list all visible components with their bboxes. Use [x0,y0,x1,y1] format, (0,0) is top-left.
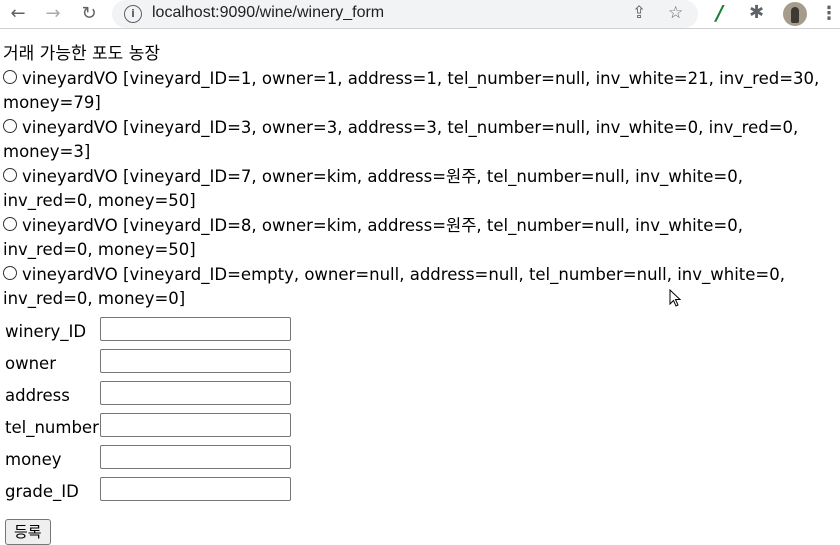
vineyard-radio[interactable] [3,69,17,84]
extension-slash-icon[interactable]: / [716,1,723,25]
vineyard-label: vineyardVO [vineyard_ID=empty, owner=nul… [3,264,785,309]
vineyard-label: vineyardVO [vineyard_ID=7, owner=kim, ad… [3,166,743,211]
vineyard-radio[interactable] [3,265,17,280]
menu-kebab-icon[interactable]: ⋮ [820,3,838,24]
grade-id-input[interactable] [100,476,291,501]
vineyard-option: vineyardVO [vineyard_ID=8, owner=kim, ad… [3,214,837,263]
profile-avatar[interactable] [783,2,807,26]
money-input[interactable] [100,444,291,469]
bookmark-star-icon[interactable]: ☆ [668,3,683,23]
form-row: winery_ID [3,316,837,349]
page-title: 거래 가능한 포도 농장 [3,44,160,64]
extensions-puzzle-icon[interactable]: ✱ [749,2,764,23]
field-label: grade_ID [5,481,79,501]
form-row: money [3,444,837,477]
vineyard-list: vineyardVO [vineyard_ID=1, owner=1, addr… [3,67,837,312]
form-row: grade_ID [3,476,837,509]
vineyard-radio[interactable] [3,167,17,182]
vineyard-option: vineyardVO [vineyard_ID=1, owner=1, addr… [3,67,837,116]
winery-form: winery_IDowner address tel_numbermoney grad… [3,316,837,509]
field-label: money [5,449,62,469]
form-row: address [3,380,837,413]
address-input[interactable] [100,380,291,405]
vineyard-label: vineyardVO [vineyard_ID=1, owner=1, addr… [3,68,820,113]
share-icon[interactable]: ⇪ [632,3,646,23]
vineyard-option: vineyardVO [vineyard_ID=7, owner=kim, ad… [3,165,837,214]
vineyard-label: vineyardVO [vineyard_ID=3, owner=3, addr… [3,117,799,162]
vineyard-radio[interactable] [3,216,17,231]
mouse-cursor-icon [669,289,682,307]
field-label: winery_ID [5,321,87,341]
tel-number-input[interactable] [100,412,291,437]
browser-toolbar: ← → ↻ i localhost:9090/wine/winery_form … [0,0,840,29]
site-info-icon[interactable]: i [124,5,142,23]
forward-icon[interactable]: → [41,2,65,26]
winery-id-input[interactable] [100,316,291,341]
back-icon[interactable]: ← [6,2,30,26]
reload-icon[interactable]: ↻ [77,2,101,26]
field-label: address [5,385,70,405]
form-row: tel_number [3,412,837,445]
submit-button[interactable]: 등록 [5,518,51,545]
vineyard-radio[interactable] [3,118,17,133]
field-label: tel_number [5,417,99,437]
field-label: owner [5,353,56,373]
form-row: owner [3,348,837,381]
vineyard-option: vineyardVO [vineyard_ID=empty, owner=nul… [3,263,837,312]
vineyard-option: vineyardVO [vineyard_ID=3, owner=3, addr… [3,116,837,165]
address-bar[interactable]: i localhost:9090/wine/winery_form ⇪ ☆ [112,0,698,28]
vineyard-label: vineyardVO [vineyard_ID=8, owner=kim, ad… [3,215,743,260]
page-content: 거래 가능한 포도 농장 vineyardVO [vineyard_ID=1, … [0,29,840,545]
owner-input[interactable] [100,348,291,373]
url-text[interactable]: localhost:9090/wine/winery_form [152,4,384,22]
